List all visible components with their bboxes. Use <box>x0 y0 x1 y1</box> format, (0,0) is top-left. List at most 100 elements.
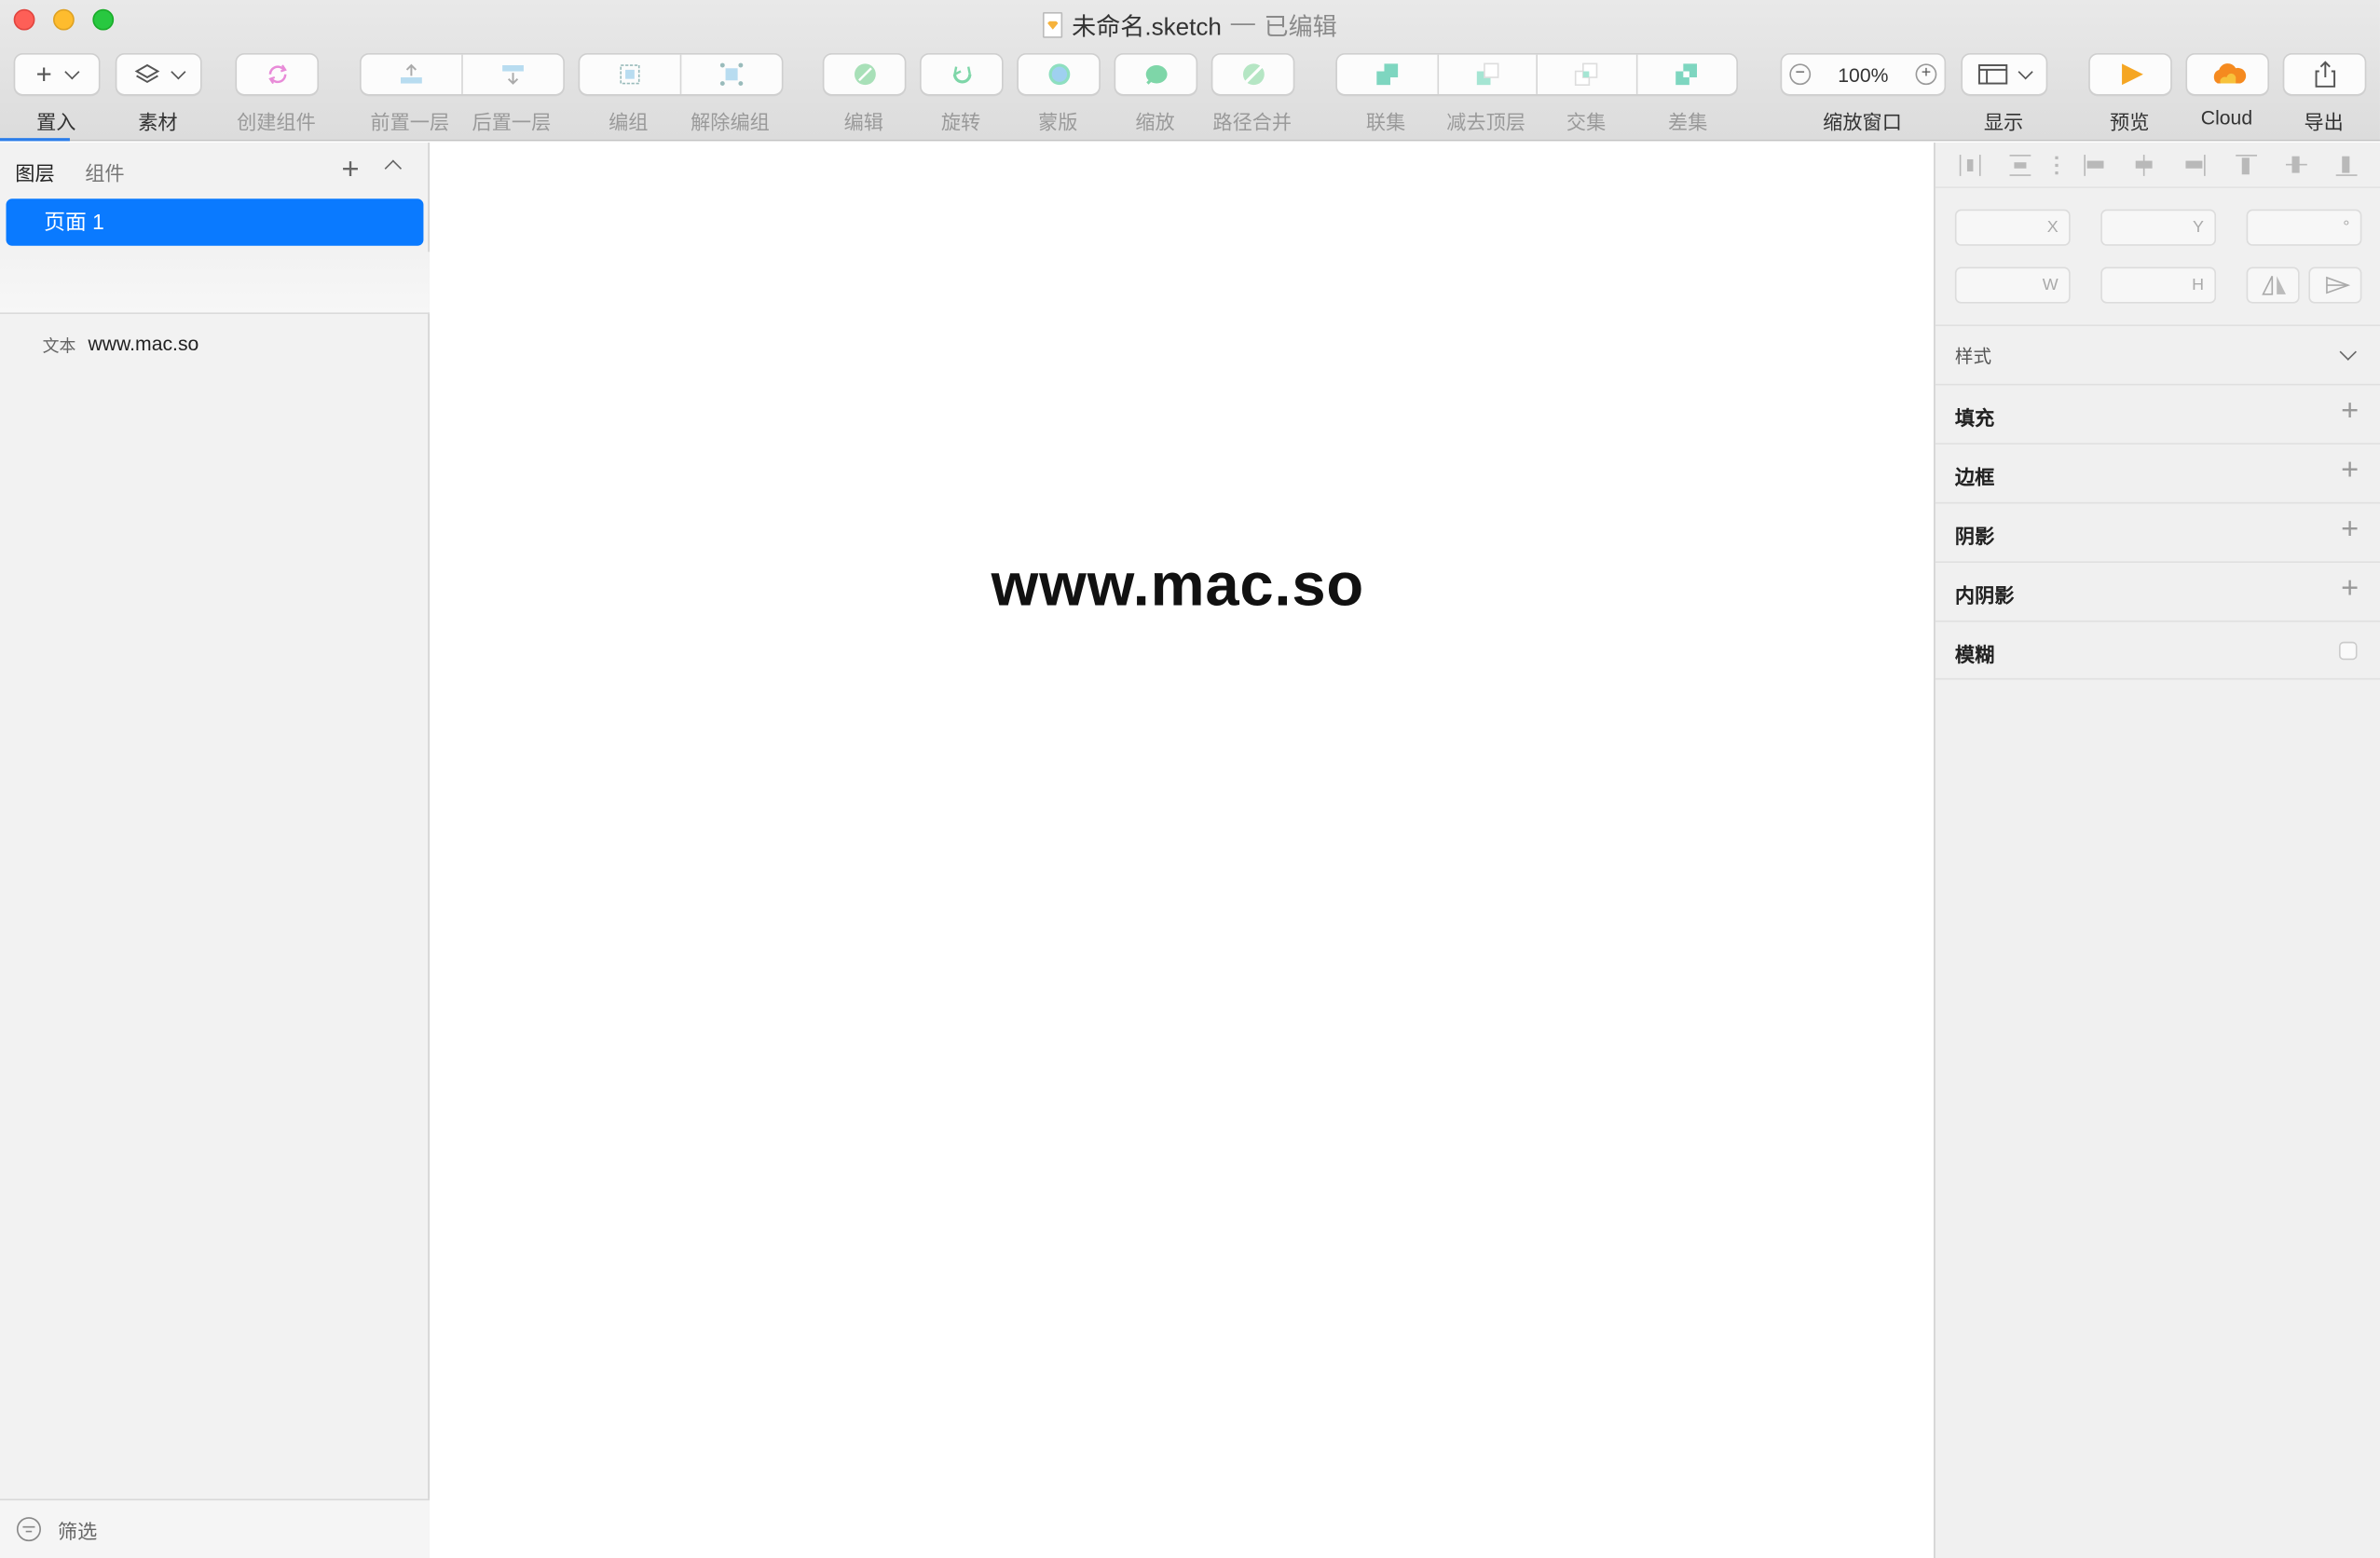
add-fill-button[interactable]: + <box>2341 394 2359 429</box>
flatten-label: 路径合并 <box>1212 110 1293 134</box>
export-label: 导出 <box>2304 110 2344 134</box>
x-field[interactable]: X <box>1954 209 2071 246</box>
distribute-horizontal-icon[interactable] <box>1959 155 1981 176</box>
ungroup-icon <box>719 62 744 86</box>
add-border-button[interactable]: + <box>2341 454 2359 488</box>
union-button[interactable] <box>1337 54 1439 94</box>
text-layer-icon: 文本 <box>42 338 76 357</box>
mask-icon <box>1047 63 1070 86</box>
flip-vertical-button[interactable] <box>2308 266 2362 304</box>
zoom-in-button[interactable]: + <box>1915 63 1937 86</box>
flatten-icon <box>1242 63 1264 86</box>
alignment-toolbar <box>1935 143 2380 188</box>
window-title: 未命名.sketch — 已编辑 <box>0 7 2380 43</box>
create-symbol-label: 创建组件 <box>237 110 316 134</box>
group-label: 编组 <box>609 110 649 134</box>
flip-vertical-icon <box>2326 276 2351 294</box>
add-inner-shadow-button[interactable]: + <box>2341 572 2359 607</box>
bring-forward-button[interactable] <box>362 54 463 94</box>
subtract-icon <box>1476 62 1499 86</box>
style-section[interactable]: 样式 <box>1935 324 2380 383</box>
preview-button[interactable] <box>2088 52 2172 96</box>
design-canvas[interactable]: www.mac.so <box>431 143 1935 1558</box>
zoom-control: − 100% + <box>1780 52 1947 96</box>
border-section: 边框 + <box>1935 443 2380 501</box>
cloud-label: Cloud <box>2200 105 2253 130</box>
edit-button[interactable] <box>822 52 907 96</box>
rotation-field[interactable]: ° <box>2246 209 2362 246</box>
difference-icon <box>1676 63 1698 86</box>
insert-active-indicator <box>0 138 70 142</box>
chevron-down-icon <box>171 64 186 80</box>
group-segment <box>578 52 784 96</box>
add-shadow-button[interactable]: + <box>2341 512 2359 547</box>
mask-button[interactable] <box>1017 52 1101 96</box>
difference-button[interactable] <box>1637 55 1737 94</box>
shadow-label: 阴影 <box>1954 525 1995 548</box>
align-right-icon[interactable] <box>2184 155 2206 176</box>
rotate-icon <box>952 66 971 84</box>
blur-checkbox[interactable] <box>2338 641 2358 661</box>
union-label: 联集 <box>1365 110 1406 134</box>
fill-label: 填充 <box>1954 406 1995 430</box>
share-export-icon <box>2314 61 2335 88</box>
export-button[interactable] <box>2282 52 2367 96</box>
canvas-text-layer[interactable]: www.mac.so <box>992 553 1364 621</box>
filter-input[interactable]: 筛选 <box>58 1515 97 1544</box>
align-vertical-center-icon[interactable] <box>2285 155 2307 176</box>
more-options-icon[interactable] <box>2054 155 2060 176</box>
insert-button[interactable]: + <box>13 52 101 96</box>
height-field[interactable]: H <box>2100 266 2217 304</box>
zoom-out-button[interactable]: − <box>1789 63 1812 86</box>
union-icon <box>1375 63 1398 86</box>
distribute-vertical-icon[interactable] <box>2009 155 2031 176</box>
chevron-down-icon <box>2018 64 2033 80</box>
tab-components[interactable]: 组件 <box>85 157 124 186</box>
edit-path-icon <box>854 63 876 86</box>
align-left-icon[interactable] <box>2084 155 2105 176</box>
subtract-button[interactable] <box>1438 54 1538 94</box>
assets-button[interactable] <box>115 52 202 96</box>
shadow-section: 阴影 + <box>1935 501 2380 561</box>
bring-forward-icon <box>401 63 422 84</box>
filter-icon[interactable] <box>16 1517 41 1542</box>
border-label: 边框 <box>1954 465 1995 489</box>
intersect-button[interactable] <box>1538 54 1637 94</box>
page-item-1[interactable]: 页面 1 <box>6 198 424 246</box>
cloud-button[interactable] <box>2185 52 2270 96</box>
send-backward-button[interactable] <box>463 55 564 94</box>
intersect-label: 交集 <box>1566 110 1607 134</box>
align-bottom-icon[interactable] <box>2335 155 2358 176</box>
ungroup-label: 解除编组 <box>691 110 770 134</box>
backward-label: 后置一层 <box>472 110 552 134</box>
layer-row[interactable]: 文本 www.mac.so <box>0 331 430 362</box>
flatten-button[interactable] <box>1211 52 1295 96</box>
boolean-ops-group <box>1335 52 1738 96</box>
group-button[interactable] <box>580 54 682 94</box>
width-field[interactable]: W <box>1954 266 2071 304</box>
align-top-icon[interactable] <box>2236 155 2258 176</box>
flip-horizontal-button[interactable] <box>2246 266 2300 304</box>
app-window: 未命名.sketch — 已编辑 + 置入 素材 创建组件 前置一层 后置一层 … <box>0 0 2380 1558</box>
play-preview-icon <box>2121 63 2143 86</box>
collapse-pages-icon[interactable] <box>384 159 403 177</box>
pages-list-area <box>0 252 430 315</box>
add-page-button[interactable]: + <box>341 153 359 187</box>
sidebar-tabs: 图层 组件 <box>15 157 124 186</box>
ungroup-button[interactable] <box>681 55 782 94</box>
tab-layers[interactable]: 图层 <box>15 157 54 186</box>
create-symbol-button[interactable] <box>235 52 320 96</box>
chevron-down-icon[interactable] <box>2339 343 2357 361</box>
layers-sidebar: 图层 组件 + 页面 1 文本 www.mac.so 筛选 <box>0 143 430 1558</box>
blur-label: 模糊 <box>1954 643 1995 666</box>
view-button[interactable] <box>1961 52 2048 96</box>
scale-button[interactable] <box>1114 52 1198 96</box>
y-field[interactable]: Y <box>2100 209 2217 246</box>
scale-label: 缩放 <box>1135 110 1175 134</box>
style-label: 样式 <box>1954 346 1992 368</box>
rotate-button[interactable] <box>920 52 1004 96</box>
align-horizontal-center-icon[interactable] <box>2134 155 2155 176</box>
filter-bar: 筛选 <box>0 1498 430 1558</box>
zoom-label: 缩放窗口 <box>1823 110 1902 134</box>
layout-view-icon <box>1977 64 2008 85</box>
